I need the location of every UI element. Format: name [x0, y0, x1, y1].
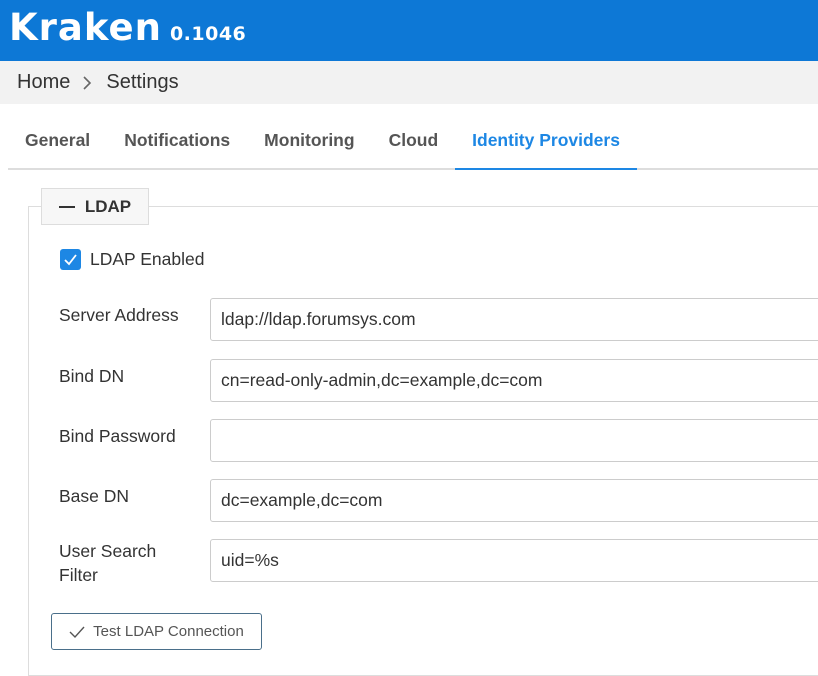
ldap-section-title: LDAP — [84, 196, 132, 216]
bind-password-input[interactable] — [210, 419, 818, 462]
app-name: Kraken — [9, 6, 162, 49]
settings-tabs: General Notifications Monitoring Cloud I… — [8, 104, 818, 170]
bind-dn-input[interactable] — [210, 359, 818, 402]
app-logo[interactable]: Kraken 0.1046 — [9, 8, 246, 48]
user-search-filter-label: User Search Filter — [59, 541, 157, 585]
chevron-right-icon — [83, 75, 92, 90]
ldap-enabled-label: LDAP Enabled — [90, 249, 205, 269]
ldap-section-toggle[interactable]: LDAP — [41, 188, 149, 225]
test-ldap-connection-button[interactable]: Test LDAP Connection — [51, 613, 262, 650]
ldap-enabled-checkbox[interactable] — [60, 249, 81, 270]
ldap-enabled-row: LDAP Enabled — [60, 249, 205, 270]
tab-general[interactable]: General — [8, 104, 107, 168]
tab-cloud[interactable]: Cloud — [372, 104, 456, 168]
app-header: Kraken 0.1046 — [0, 0, 818, 61]
tab-monitoring[interactable]: Monitoring — [247, 104, 371, 168]
app-version: 0.1046 — [169, 23, 247, 45]
breadcrumb-home[interactable]: Home — [17, 71, 70, 94]
server-address-label: Server Address — [59, 305, 179, 325]
server-address-input[interactable] — [210, 298, 818, 341]
bind-password-label: Bind Password — [59, 426, 176, 446]
tab-notifications[interactable]: Notifications — [107, 104, 247, 168]
test-ldap-connection-label: Test LDAP Connection — [93, 623, 244, 640]
breadcrumb: Home Settings — [0, 61, 818, 104]
bind-dn-label: Bind DN — [59, 366, 125, 386]
tab-identity-providers[interactable]: Identity Providers — [455, 104, 637, 170]
breadcrumb-current: Settings — [106, 71, 179, 93]
check-icon — [69, 625, 85, 639]
collapse-icon — [58, 205, 75, 208]
base-dn-input[interactable] — [210, 479, 818, 522]
user-search-filter-input[interactable] — [210, 539, 818, 582]
check-icon — [64, 254, 77, 266]
base-dn-label: Base DN — [59, 486, 130, 506]
